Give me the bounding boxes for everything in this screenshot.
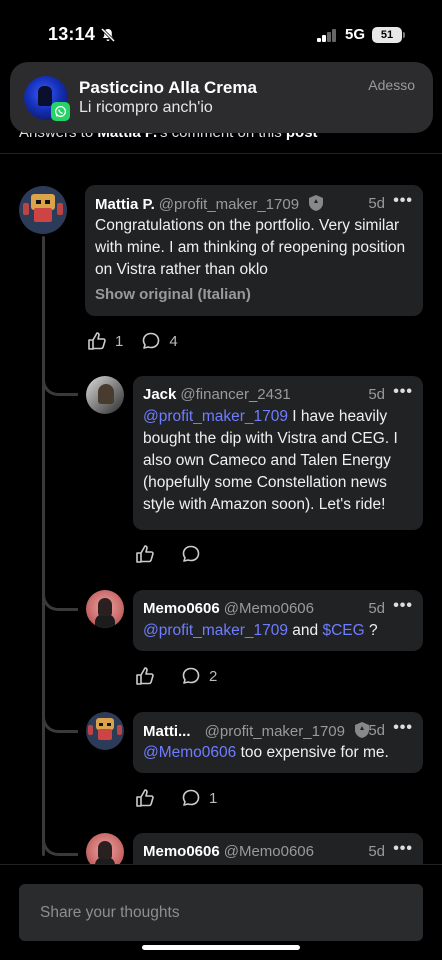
notification-banner[interactable]: Pasticcino Alla Crema Li ricompro anch'i… bbox=[10, 62, 433, 133]
whatsapp-icon bbox=[51, 102, 70, 121]
thumbs-up-icon[interactable] bbox=[135, 544, 155, 564]
status-time: 13:14 bbox=[48, 24, 96, 44]
bell-slash-icon bbox=[100, 27, 116, 43]
comment-handle[interactable]: @profit_maker_1709 bbox=[205, 723, 345, 740]
avatar[interactable] bbox=[19, 186, 67, 234]
comment-meta: Matti... @profit_maker_1709 5d ••• bbox=[143, 719, 413, 744]
comment-bubble: Memo0606 @Memo0606 5d ••• @profit_maker_1… bbox=[133, 590, 423, 651]
comment-author[interactable]: Jack bbox=[143, 386, 176, 403]
comment-meta: Memo0606 @Memo0606 5d ••• bbox=[143, 597, 413, 622]
thread-connector bbox=[42, 236, 45, 856]
mention-link[interactable]: @profit_maker_1709 bbox=[143, 622, 288, 639]
more-options-icon[interactable]: ••• bbox=[393, 192, 413, 210]
notification-time: Adesso bbox=[368, 77, 415, 93]
comment-bubble: Memo0606 @Memo0606 5d ••• bbox=[133, 833, 423, 864]
reply-count: 2 bbox=[209, 667, 218, 685]
more-options-icon[interactable]: ••• bbox=[393, 719, 413, 737]
comment-bubble: Jack @financer_2431 5d ••• @profit_maker_… bbox=[133, 376, 423, 530]
comment-icon[interactable] bbox=[181, 666, 201, 686]
network-type: 5G bbox=[345, 26, 366, 43]
reply-count: 1 bbox=[209, 789, 218, 807]
comment-text: @profit_maker_1709 and $CEG ? bbox=[143, 620, 413, 642]
comment-handle[interactable]: @financer_2431 bbox=[180, 386, 290, 403]
notification-title: Pasticcino Alla Crema bbox=[79, 78, 257, 97]
comment-icon[interactable] bbox=[181, 544, 201, 564]
comment-time: 5d bbox=[368, 386, 385, 403]
show-original-button[interactable]: Show original (Italian) bbox=[95, 286, 251, 303]
mention-link[interactable]: @profit_maker_1709 bbox=[143, 408, 288, 425]
thread-branch bbox=[42, 581, 78, 611]
home-indicator[interactable] bbox=[142, 945, 300, 950]
comment-meta: Memo0606 @Memo0606 5d ••• bbox=[143, 840, 413, 864]
avatar[interactable] bbox=[86, 833, 124, 864]
reply-composer bbox=[19, 884, 423, 941]
thumbs-up-icon[interactable] bbox=[135, 788, 155, 808]
thumbs-up-icon[interactable] bbox=[135, 666, 155, 686]
comment-actions: 1 4 bbox=[87, 330, 196, 352]
comment-icon[interactable] bbox=[181, 788, 201, 808]
comment-time: 5d bbox=[368, 722, 385, 739]
comment-author[interactable]: Mattia P. bbox=[95, 196, 155, 213]
comment-time: 5d bbox=[368, 843, 385, 860]
comment-actions: 1 bbox=[135, 787, 235, 809]
ticker-link[interactable]: $CEG bbox=[322, 622, 364, 639]
reply-input[interactable] bbox=[19, 884, 423, 941]
signal-icon bbox=[317, 29, 337, 42]
mention-link[interactable]: @Memo0606 bbox=[143, 744, 236, 761]
comment-author[interactable]: Memo0606 bbox=[143, 843, 220, 860]
shield-badge-icon bbox=[355, 722, 370, 738]
comment-author[interactable]: Matti... bbox=[143, 723, 191, 740]
more-options-icon[interactable]: ••• bbox=[393, 383, 413, 401]
shield-badge-icon bbox=[309, 195, 324, 211]
like-count: 1 bbox=[115, 332, 124, 350]
comment-text: Congratulations on the portfolio. Very s… bbox=[95, 217, 406, 278]
comment-meta: Jack @financer_2431 5d ••• bbox=[143, 383, 413, 408]
battery-level: 51 bbox=[380, 29, 394, 41]
comment-text: @profit_maker_1709 I have heavily bought… bbox=[143, 406, 413, 516]
comment-time: 5d bbox=[368, 195, 385, 212]
comment-icon[interactable] bbox=[141, 331, 161, 351]
comment-text-body: too expensive for me. bbox=[236, 744, 389, 761]
notification-message: Li ricompro anch'io bbox=[79, 99, 213, 116]
avatar[interactable] bbox=[86, 376, 124, 414]
avatar[interactable] bbox=[86, 590, 124, 628]
reply-count: 4 bbox=[169, 332, 178, 350]
comment-actions: 2 bbox=[135, 665, 235, 687]
comment-text-tail: ? bbox=[364, 622, 378, 639]
comment-handle[interactable]: @Memo0606 bbox=[224, 600, 314, 617]
comment-handle[interactable]: @profit_maker_1709 bbox=[159, 196, 299, 213]
thumbs-up-icon[interactable] bbox=[87, 331, 107, 351]
comment-meta: Mattia P. @profit_maker_1709 5d ••• bbox=[95, 192, 413, 217]
comment-handle[interactable]: @Memo0606 bbox=[224, 843, 314, 860]
more-options-icon[interactable]: ••• bbox=[393, 840, 413, 858]
more-options-icon[interactable]: ••• bbox=[393, 597, 413, 615]
comment-bubble: Matti... @profit_maker_1709 5d ••• @Memo… bbox=[133, 712, 423, 773]
avatar[interactable] bbox=[86, 712, 124, 750]
comment-text-middle: and bbox=[287, 622, 323, 639]
comment-author[interactable]: Memo0606 bbox=[143, 600, 220, 617]
comment-partial-wrap: Memo0606 @Memo0606 5d ••• bbox=[0, 826, 442, 864]
comment-text: @Memo0606 too expensive for me. bbox=[143, 742, 413, 764]
battery-icon: 51 bbox=[372, 27, 405, 43]
thread-branch bbox=[42, 366, 78, 396]
composer-divider bbox=[0, 864, 442, 865]
comment-bubble: Mattia P. @profit_maker_1709 5d ••• Congr… bbox=[85, 185, 423, 316]
status-bar: 13:14 5G 51 bbox=[0, 0, 442, 70]
comment-actions bbox=[135, 543, 227, 565]
comment-time: 5d bbox=[368, 600, 385, 617]
thread-branch bbox=[42, 703, 78, 733]
